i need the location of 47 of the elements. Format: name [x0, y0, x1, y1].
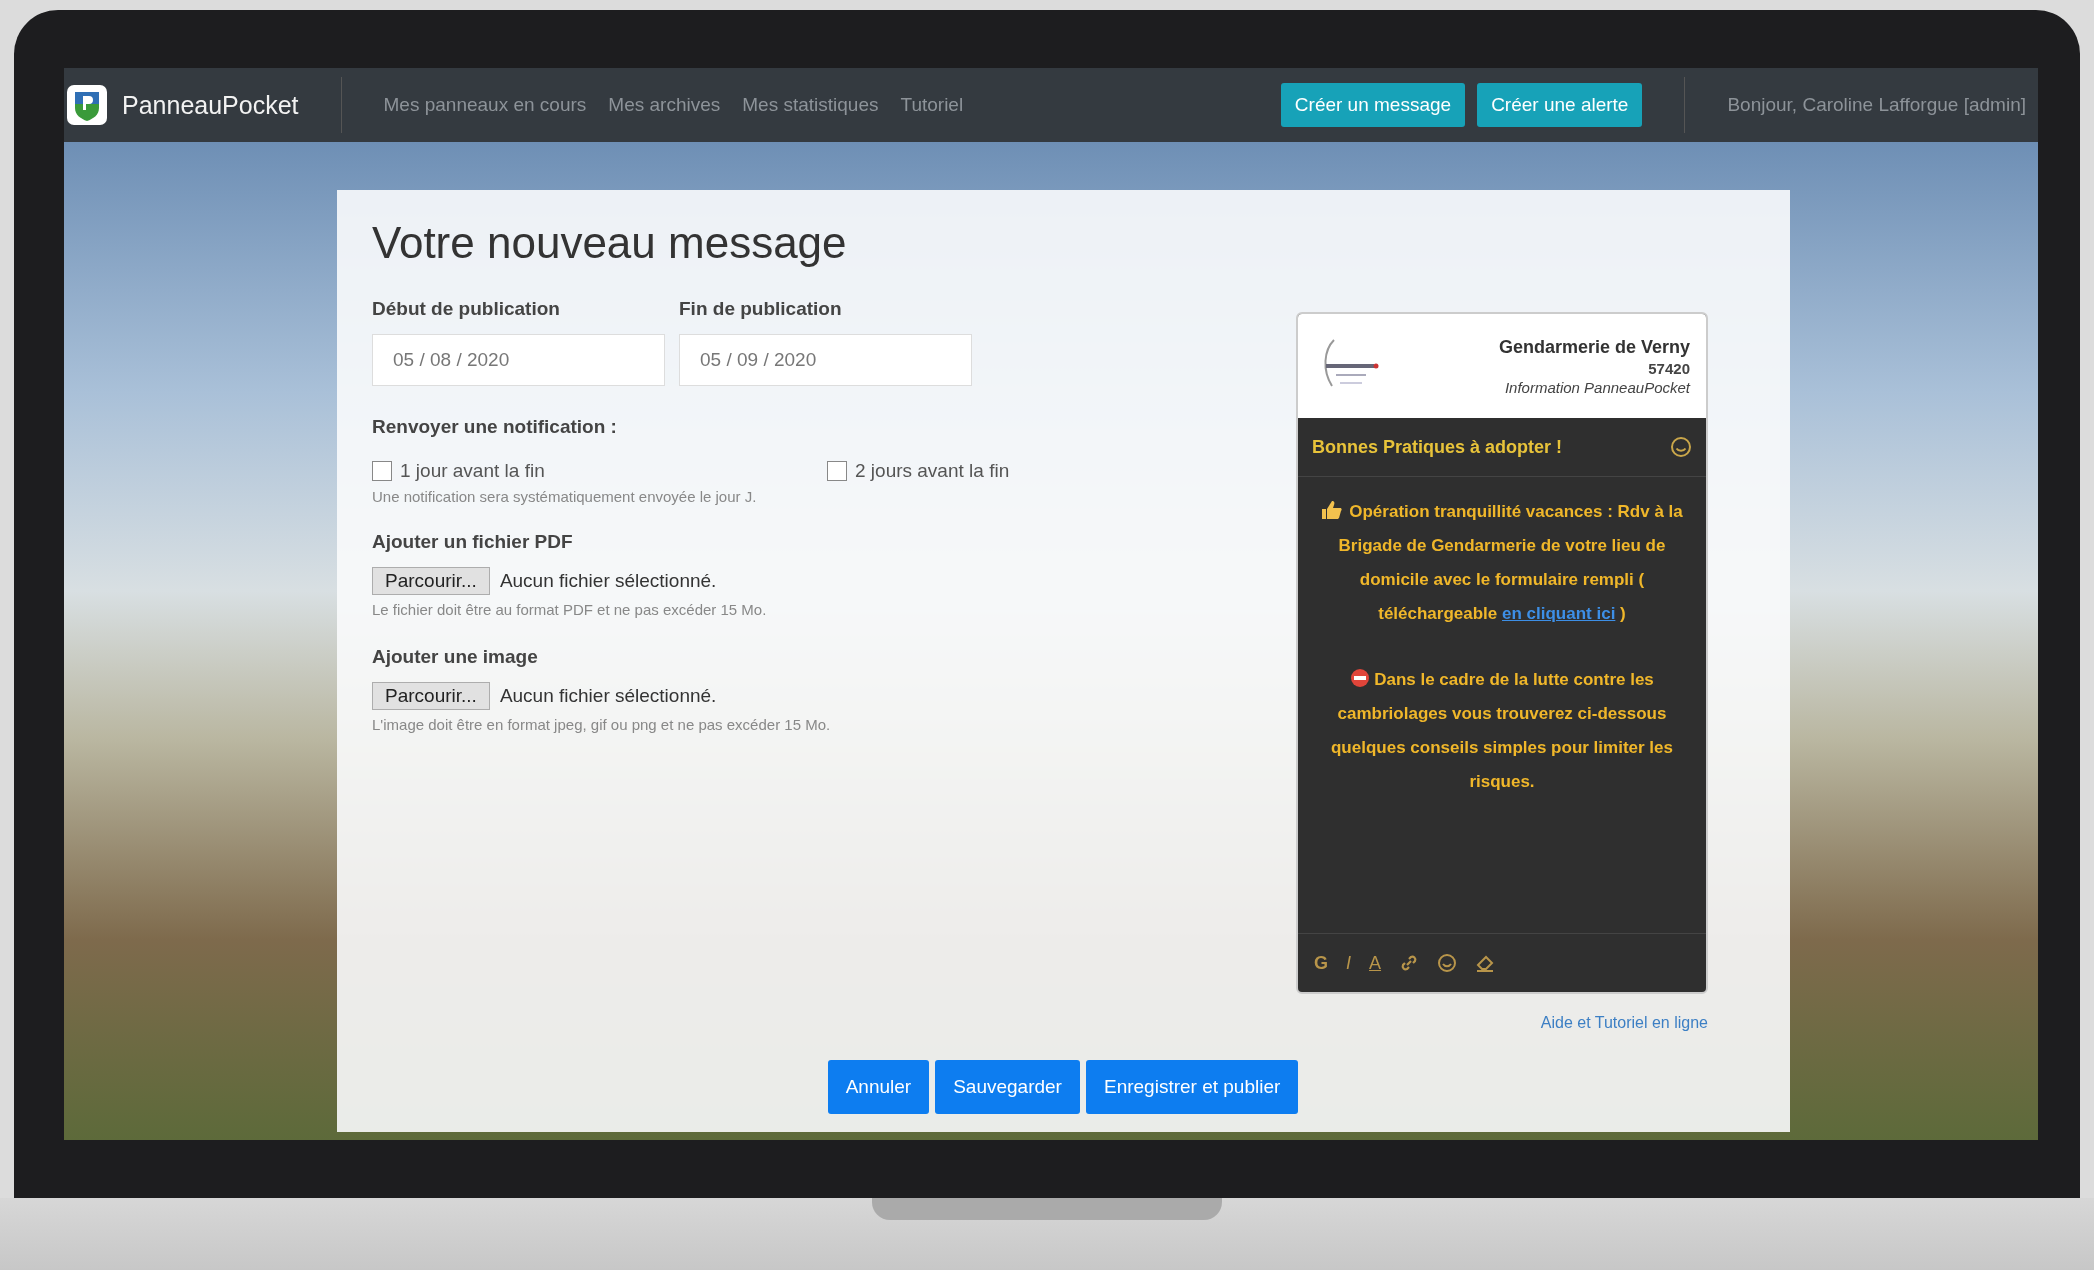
action-button[interactable]: Enregistrer et publier [1085, 1060, 1299, 1114]
smiley-icon[interactable] [1670, 436, 1692, 458]
no-entry-icon [1350, 668, 1371, 688]
help-text: Le fichier doit être au format PDF et ne pas excéder 15 Mo. [372, 601, 768, 618]
help-text: Une notification sera systématiquement envoyée le jour J. [372, 488, 758, 505]
brand-name: PanneauPocket [122, 90, 299, 120]
message-title: Bonnes Pratiques à adopter ! [1312, 436, 1563, 458]
organization-name: Gendarmerie de Verny [1498, 336, 1690, 358]
format-button[interactable]: I [1346, 952, 1352, 974]
date-field[interactable]: 05 / 08 / 2020 [372, 334, 665, 386]
thumbs-up-icon [1321, 500, 1344, 520]
create-button[interactable]: Créer une alerte [1477, 83, 1643, 127]
checkbox-option[interactable]: 2 jours avant la fin [827, 460, 1282, 482]
smiley-icon[interactable] [1437, 953, 1458, 973]
help-text: L'image doit être en format jpeg, gif ou png et ne pas excéder 15 Mo. [372, 716, 832, 733]
eraser-icon[interactable] [1475, 953, 1496, 973]
user-greeting: Bonjour, Caroline Lafforgue [admin] [1727, 94, 2026, 116]
logo-icon [66, 84, 108, 126]
action-button[interactable]: Annuler [827, 1060, 930, 1114]
browse-button[interactable]: Parcourir... [372, 567, 490, 595]
nav-link[interactable]: Mes panneaux en cours [383, 94, 587, 116]
field-label: Ajouter un fichier PDF [372, 531, 574, 553]
postcode: 57420 [1648, 359, 1690, 377]
message-paragraph: Dans le cadre de la lutte contre les cambriolages vous trouverez ci-dessous quelques conseils simples pour limiter les risques. [1330, 667, 1674, 793]
help-link[interactable]: Aide et Tutoriel en ligne [1540, 1014, 1708, 1032]
file-status: Aucun fichier sélectionné. [499, 685, 717, 707]
nav-link[interactable]: Tutoriel [900, 94, 964, 116]
page-title: Votre nouveau message [372, 218, 848, 268]
format-button[interactable]: G [1314, 952, 1328, 974]
field-label: Début de publication [372, 298, 561, 320]
download-link[interactable]: en cliquant ici [1502, 604, 1616, 623]
format-button[interactable]: A [1369, 952, 1382, 974]
field-label: Renvoyer une notification : [372, 416, 618, 438]
source-text: Information PanneauPocket [1504, 378, 1690, 396]
field-label: Fin de publication [679, 298, 843, 320]
file-status: Aucun fichier sélectionné. [499, 570, 717, 592]
message-paragraph: Opération tranquillité vacances : Rdv à la Brigade de Gendarmerie de votre lieu de domicile avec le formulaire rempli ( téléchargeable en cliquant ici ) [1310, 495, 1694, 631]
checkbox[interactable] [372, 461, 392, 481]
nav-link[interactable]: Mes statistiques [742, 94, 879, 116]
create-button[interactable]: Créer un message [1280, 83, 1466, 127]
nav-link[interactable]: Mes archives [608, 94, 721, 116]
browse-button[interactable]: Parcourir... [372, 682, 490, 710]
checkbox[interactable] [827, 461, 847, 481]
checkbox-option[interactable]: 1 jour avant la fin [372, 460, 827, 482]
action-button[interactable]: Sauvegarder [935, 1060, 1080, 1114]
date-field[interactable]: 05 / 09 / 2020 [679, 334, 972, 386]
field-label: Ajouter une image [372, 646, 539, 668]
